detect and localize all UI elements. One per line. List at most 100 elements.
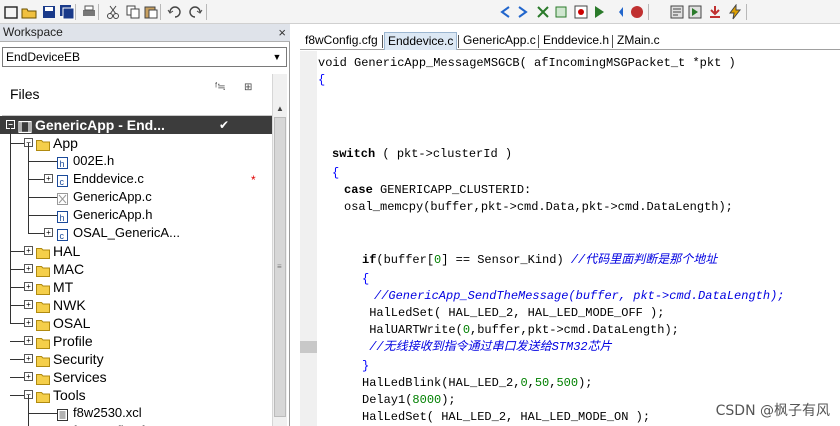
- code-line: {: [332, 165, 339, 181]
- svg-text:c: c: [60, 231, 65, 241]
- expand-icon[interactable]: +: [24, 372, 33, 381]
- folder-icon: [36, 353, 50, 367]
- tab-enddevice-c[interactable]: Enddevice.c: [384, 32, 458, 50]
- code-keyword: case: [344, 183, 373, 197]
- tab-separator: [382, 35, 383, 48]
- code-token: {: [332, 166, 340, 180]
- toolbar-separator: [648, 4, 649, 20]
- code-token: {: [318, 73, 326, 87]
- current-line-marker: [300, 341, 317, 353]
- undo-icon[interactable]: [166, 3, 184, 21]
- tree-item[interactable]: + NWK: [0, 296, 272, 314]
- file-options-icon[interactable]: ᶠ≒: [215, 82, 226, 93]
- tree-item-label: GenericApp.h: [73, 207, 153, 222]
- code-token: }: [362, 359, 370, 373]
- code-line: osal_memcpy(buffer,pkt->cmd.Data,pkt->cm…: [344, 199, 733, 215]
- tree-item-label: HAL: [53, 243, 81, 259]
- expand-icon[interactable]: +: [44, 174, 53, 183]
- code-comment: //无线接收到指令通过串口发送给STM32芯片: [362, 340, 612, 354]
- scroll-up-arrow-icon[interactable]: ▲: [273, 102, 287, 116]
- tree-item-label: 002E.h: [73, 153, 115, 168]
- navigate-forward-icon[interactable]: [514, 3, 532, 21]
- copy-icon[interactable]: [124, 3, 142, 21]
- code-editor: f8wConfig.cfg Enddevice.c GenericApp.c Endd…: [300, 24, 840, 426]
- toolbar-separator: [160, 4, 161, 20]
- tree-item[interactable]: + Services: [0, 368, 272, 386]
- tab-zmain-c[interactable]: ZMain.c: [614, 32, 663, 50]
- tree-item-label: Services: [53, 369, 107, 385]
- tree-item[interactable]: + MAC: [0, 260, 272, 278]
- save-icon[interactable]: [40, 3, 58, 21]
- code-line: switch ( pkt->clusterId ): [332, 146, 512, 162]
- tree-item[interactable]: + c Enddevice.c *: [0, 170, 272, 188]
- code-token: Delay1(: [362, 393, 413, 407]
- cut-icon[interactable]: [104, 3, 122, 21]
- tree-item[interactable]: + OSAL: [0, 314, 272, 332]
- tree-item[interactable]: h 002E.h: [0, 152, 272, 170]
- expand-icon[interactable]: +: [24, 336, 33, 345]
- expand-icon[interactable]: +: [44, 228, 53, 237]
- navigate-back-icon[interactable]: [496, 3, 514, 21]
- flash-icon[interactable]: [726, 3, 744, 21]
- tree-item[interactable]: + HAL: [0, 242, 272, 260]
- save-all-icon[interactable]: [58, 3, 76, 21]
- expand-icon[interactable]: +: [24, 300, 33, 309]
- code-comment: //代码里面判断是那个地址: [570, 253, 718, 267]
- code-token: void GenericApp_MessageMSGCB( afIncoming…: [318, 56, 736, 70]
- new-file-icon[interactable]: [2, 3, 20, 21]
- tree-connector: [28, 413, 58, 414]
- tree-item[interactable]: −App: [0, 134, 272, 152]
- go-icon[interactable]: [686, 3, 704, 21]
- code-token: 8000: [412, 393, 442, 407]
- toolbar-separator: [75, 4, 76, 20]
- print-icon[interactable]: [80, 3, 98, 21]
- columns-icon[interactable]: ⊞: [244, 82, 252, 93]
- editor-tab-bar: f8wConfig.cfg Enddevice.c GenericApp.c Endd…: [300, 32, 840, 50]
- tree-item-project[interactable]: −GenericApp - End...✔: [0, 116, 272, 134]
- expand-icon[interactable]: +: [24, 246, 33, 255]
- tree-item[interactable]: −Tools: [0, 386, 272, 404]
- tree-item[interactable]: f8wConfig.cfg: [0, 422, 272, 426]
- tree-item-label: f8wConfig.cfg: [73, 422, 152, 426]
- tree-item[interactable]: GenericApp.c: [0, 188, 272, 206]
- svg-text:c: c: [60, 177, 65, 187]
- folder-icon: [36, 299, 50, 313]
- open-folder-icon[interactable]: [20, 3, 38, 21]
- folder-icon: [36, 281, 50, 295]
- tree-scrollbar[interactable]: ▲ ≡: [272, 74, 287, 426]
- code-token: osal_memcpy(buffer,pkt->cmd.Data,pkt->cm…: [344, 200, 733, 214]
- expand-icon[interactable]: +: [24, 264, 33, 273]
- toolbar-separator: [206, 4, 207, 20]
- tree-item[interactable]: f8w2530.xcl: [0, 404, 272, 422]
- code-line: }: [362, 358, 369, 374]
- tree-item[interactable]: + MT: [0, 278, 272, 296]
- next-bookmark-icon[interactable]: [552, 3, 570, 21]
- debug-icon[interactable]: [610, 3, 628, 21]
- download-icon[interactable]: [706, 3, 724, 21]
- workspace-title: Workspace: [3, 25, 63, 39]
- tab-enddevice-h[interactable]: Enddevice.h: [540, 32, 612, 50]
- chevron-down-icon[interactable]: ▼: [269, 49, 285, 65]
- tree-item[interactable]: + Profile: [0, 332, 272, 350]
- tree-item[interactable]: + Security: [0, 350, 272, 368]
- breakpoint-icon[interactable]: [572, 3, 590, 21]
- expand-icon[interactable]: +: [24, 282, 33, 291]
- configuration-select[interactable]: EndDeviceEB ▼: [2, 47, 287, 67]
- tree-item[interactable]: + c OSAL_GenericA...: [0, 224, 272, 242]
- paste-icon[interactable]: [142, 3, 160, 21]
- tab-f8wconfig-cfg[interactable]: f8wConfig.cfg: [302, 32, 381, 50]
- compile-icon[interactable]: [668, 3, 686, 21]
- scrollbar-thumb[interactable]: ≡: [274, 117, 286, 417]
- workspace-title-bar: Workspace ×: [0, 24, 290, 42]
- tree-item[interactable]: h GenericApp.h: [0, 206, 272, 224]
- stop-build-icon[interactable]: [628, 3, 646, 21]
- redo-icon[interactable]: [186, 3, 204, 21]
- toggle-bookmark-icon[interactable]: [534, 3, 552, 21]
- expand-icon[interactable]: +: [24, 354, 33, 363]
- expand-icon[interactable]: +: [24, 318, 33, 327]
- make-icon[interactable]: [590, 3, 608, 21]
- close-icon[interactable]: ×: [278, 24, 286, 41]
- configuration-value: EndDeviceEB: [6, 50, 81, 64]
- tab-genericapp-c[interactable]: GenericApp.c: [460, 32, 539, 50]
- toolbar-separator: [746, 4, 747, 20]
